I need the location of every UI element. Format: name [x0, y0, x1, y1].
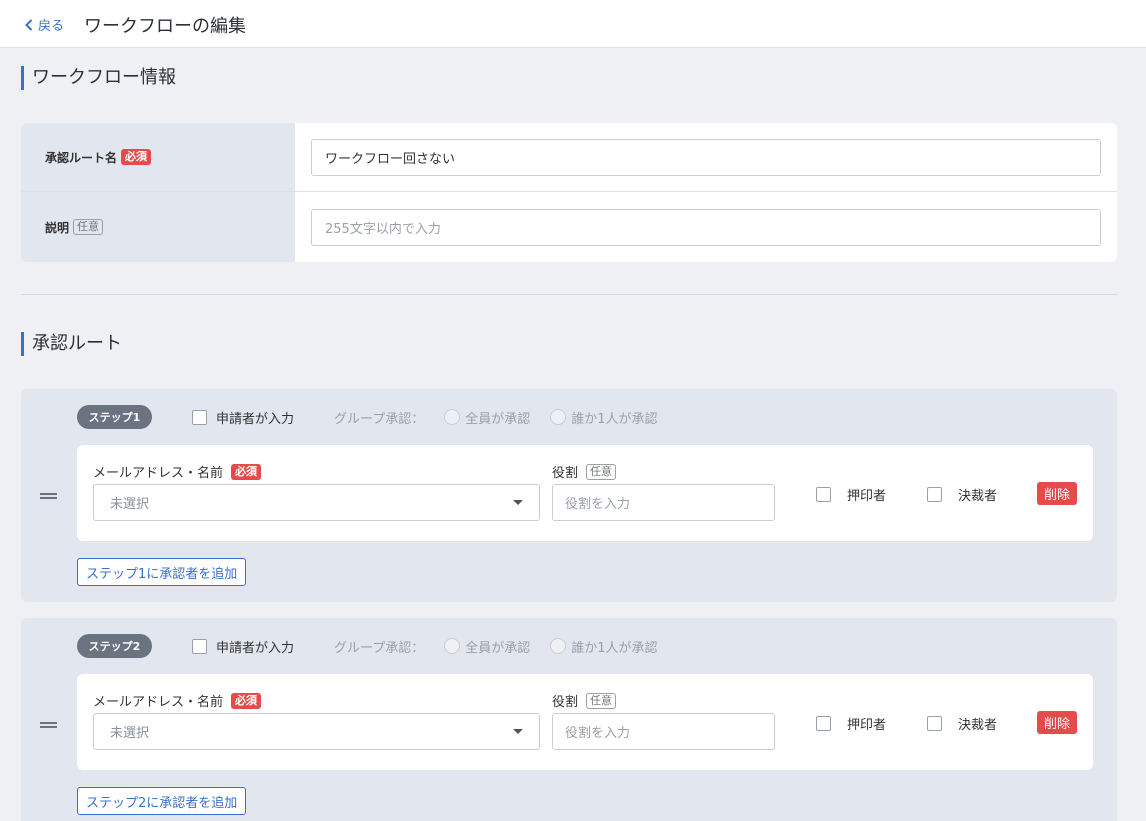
step-card: ステップ1 申請者が入力 グループ承認： 全員が承認 誰か1人が承認 メールアド…: [21, 389, 1117, 602]
optional-badge: 任意: [586, 463, 617, 480]
required-badge: 必須: [231, 463, 262, 480]
role-label: 役割: [552, 466, 579, 481]
checkbox-box[interactable]: [927, 716, 942, 731]
caret-down-icon: [513, 500, 523, 505]
description-input[interactable]: 255文字以内で入力: [311, 208, 1101, 246]
checkbox-box[interactable]: [192, 409, 207, 425]
radio-circle[interactable]: [550, 409, 567, 425]
radio-circle[interactable]: [444, 409, 461, 425]
email-field-label: メールアドレス・名前 必須: [93, 462, 262, 481]
chevron-left-icon: [25, 18, 33, 31]
radio-circle[interactable]: [550, 638, 567, 654]
select-value: 未選択: [110, 726, 150, 741]
step-pill: ステップ1: [77, 405, 152, 429]
approver-select[interactable]: 未選択: [93, 484, 540, 521]
route-name-label: 承認ルート名: [45, 150, 118, 165]
role-input[interactable]: 役割を入力: [552, 713, 775, 750]
radio-any-label: 誰か1人が承認: [571, 640, 658, 656]
approver-checkbox[interactable]: 決裁者: [927, 714, 997, 733]
approver-checkbox[interactable]: 決裁者: [927, 485, 997, 504]
description-label: 説明: [45, 220, 70, 235]
route-name-value-cell: ワークフロー回さない: [295, 123, 1117, 191]
select-value: 未選択: [110, 497, 150, 512]
approver-label: 決裁者: [958, 489, 998, 504]
group-approval-label: グループ承認：: [334, 640, 425, 656]
add-approver-button[interactable]: ステップ1に承認者を追加: [77, 558, 247, 586]
group-approval-label: グループ承認：: [334, 411, 425, 427]
description-value-cell: 255文字以内で入力: [295, 192, 1117, 262]
approver-row: メールアドレス・名前 必須 未選択 役割 任意 役割を入力 押印者 決裁者 削除: [77, 674, 1093, 770]
page-title: ワークフローの編集: [84, 16, 246, 37]
applicant-input-checkbox[interactable]: 申請者が入力: [192, 408, 294, 427]
description-label-cell: 説明 任意: [21, 192, 295, 262]
required-badge: 必須: [121, 149, 152, 165]
radio-any-approve[interactable]: 誰か1人が承認: [550, 408, 658, 427]
step-header: ステップ1 申請者が入力 グループ承認： 全員が承認 誰か1人が承認: [77, 405, 658, 429]
stamper-label: 押印者: [847, 718, 887, 733]
radio-all-label: 全員が承認: [465, 640, 531, 656]
radio-any-approve[interactable]: 誰か1人が承認: [550, 637, 658, 656]
step-header: ステップ2 申請者が入力 グループ承認： 全員が承認 誰か1人が承認: [77, 634, 658, 658]
radio-any-label: 誰か1人が承認: [571, 411, 658, 427]
step-pill: ステップ2: [77, 634, 152, 658]
drag-handle-icon[interactable]: [40, 493, 57, 499]
add-approver-button[interactable]: ステップ2に承認者を追加: [77, 787, 247, 815]
optional-badge: 任意: [586, 692, 617, 709]
route-name-label-cell: 承認ルート名 必須: [21, 123, 295, 191]
approver-label: 決裁者: [958, 718, 998, 733]
stamper-checkbox[interactable]: 押印者: [816, 485, 886, 504]
role-field-label: 役割 任意: [552, 462, 617, 481]
checkbox-box[interactable]: [192, 638, 207, 654]
role-field-label: 役割 任意: [552, 691, 617, 710]
role-input[interactable]: 役割を入力: [552, 484, 775, 521]
email-label: メールアドレス・名前: [93, 466, 224, 481]
applicant-input-label: 申請者が入力: [216, 411, 295, 427]
back-label: 戻る: [38, 19, 65, 34]
checkbox-box[interactable]: [927, 487, 942, 502]
step-card: ステップ2 申請者が入力 グループ承認： 全員が承認 誰か1人が承認 メールアド…: [21, 618, 1117, 821]
optional-badge: 任意: [73, 219, 104, 235]
back-link[interactable]: 戻る: [25, 15, 64, 34]
delete-button[interactable]: 削除: [1037, 711, 1077, 734]
radio-all-approve[interactable]: 全員が承認: [444, 637, 530, 656]
applicant-input-checkbox[interactable]: 申請者が入力: [192, 637, 294, 656]
drag-handle-icon[interactable]: [40, 722, 57, 728]
required-badge: 必須: [231, 692, 262, 709]
workflow-info-title: ワークフロー情報: [21, 66, 176, 90]
approval-route-title: 承認ルート: [21, 332, 122, 356]
role-label: 役割: [552, 695, 579, 710]
radio-all-label: 全員が承認: [465, 411, 531, 427]
approver-select[interactable]: 未選択: [93, 713, 540, 750]
email-field-label: メールアドレス・名前 必須: [93, 691, 262, 710]
stamper-checkbox[interactable]: 押印者: [816, 714, 886, 733]
checkbox-box[interactable]: [816, 487, 831, 502]
email-label: メールアドレス・名前: [93, 695, 224, 710]
stamper-label: 押印者: [847, 489, 887, 504]
workflow-info-card: 承認ルート名 必須 ワークフロー回さない 説明 任意 255文字以内で入力: [21, 123, 1117, 262]
top-bar: 戻る ワークフローの編集: [0, 0, 1146, 48]
radio-circle[interactable]: [444, 638, 461, 654]
delete-button[interactable]: 削除: [1037, 482, 1077, 505]
description-row: 説明 任意 255文字以内で入力: [21, 192, 1117, 262]
checkbox-box[interactable]: [816, 716, 831, 731]
caret-down-icon: [513, 729, 523, 734]
route-name-input[interactable]: ワークフロー回さない: [311, 138, 1101, 176]
route-name-row: 承認ルート名 必須 ワークフロー回さない: [21, 123, 1117, 192]
radio-all-approve[interactable]: 全員が承認: [444, 408, 530, 427]
approver-row: メールアドレス・名前 必須 未選択 役割 任意 役割を入力 押印者 決裁者 削除: [77, 445, 1093, 541]
applicant-input-label: 申請者が入力: [216, 640, 295, 656]
section-divider: [21, 294, 1117, 295]
